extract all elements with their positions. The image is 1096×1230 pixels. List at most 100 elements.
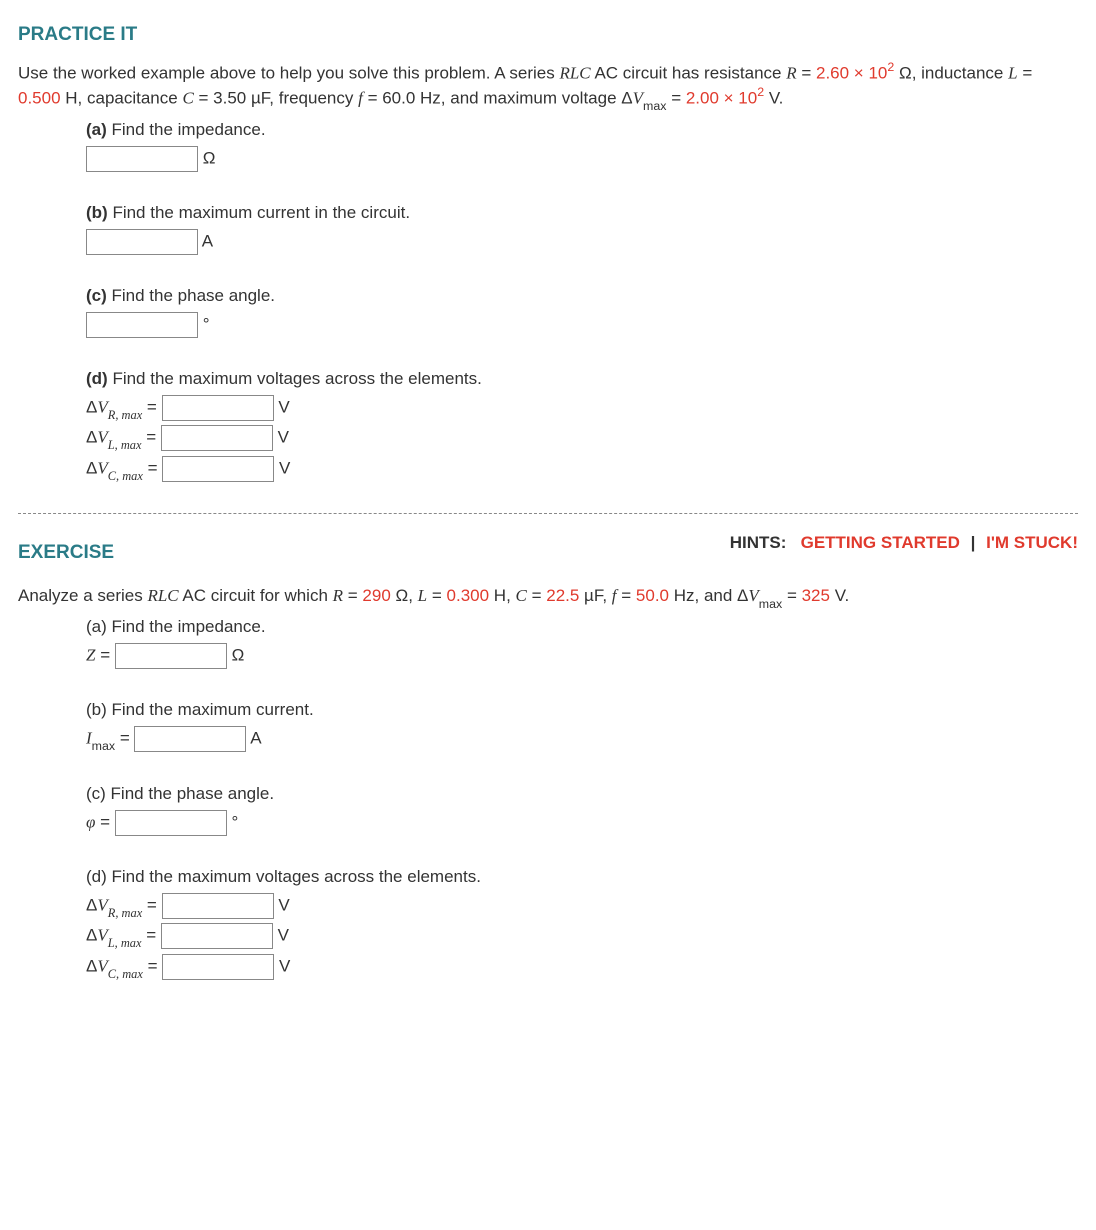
eq: = (115, 729, 134, 748)
subscript: L, max (108, 936, 142, 950)
val-f: 50.0 (636, 586, 669, 605)
sym-C: C (182, 89, 193, 108)
unit-a: Ω (232, 646, 245, 665)
eq: = (142, 926, 161, 945)
input-a[interactable] (86, 146, 198, 172)
input-b[interactable] (86, 229, 198, 255)
input-d-c[interactable] (162, 456, 274, 482)
unit-b: A (250, 729, 261, 748)
exercise-part-d: (d) Find the maximum voltages across the… (86, 866, 1078, 981)
unit: V (278, 895, 289, 914)
eq: = (617, 586, 636, 605)
var-V: V (97, 895, 107, 914)
input-d-r[interactable] (162, 395, 274, 421)
eq: = (782, 586, 801, 605)
unit: V (279, 957, 290, 976)
var-V: V (97, 459, 107, 478)
exercise-part-a: (a) Find the impedance. Z = Ω (86, 616, 1078, 669)
sym-R: R (786, 63, 796, 82)
unit-c: ° (232, 812, 239, 831)
subscript: R, max (108, 408, 142, 422)
sym-phi: φ (86, 812, 95, 831)
eq: = (1018, 63, 1033, 82)
unit-ohm: Ω, (391, 586, 418, 605)
delta: Δ (86, 926, 97, 945)
exercise-title: EXERCISE (18, 540, 114, 566)
practice-part-b: (b) Find the maximum current in the circ… (86, 202, 1078, 255)
link-getting-started[interactable]: GETTING STARTED (801, 533, 960, 552)
unit-c: ° (203, 314, 210, 333)
eq: = (142, 397, 161, 416)
delta: Δ (86, 428, 97, 447)
text: Use the worked example above to help you… (18, 63, 559, 82)
label-c: (c) (86, 784, 106, 803)
eq: = (143, 459, 162, 478)
sym-C: C (516, 586, 527, 605)
exercise-part-c: (c) Find the phase angle. φ = ° (86, 783, 1078, 836)
input-ex-c[interactable] (115, 810, 227, 836)
input-ex-d-r[interactable] (162, 893, 274, 919)
label-a: (a) (86, 120, 107, 139)
eq: = (142, 428, 161, 447)
exercise-d-row-2: ΔVC, max = V (86, 954, 1078, 981)
exercise-problem-text: Analyze a series RLC AC circuit for whic… (18, 585, 1078, 610)
sym-R: R (333, 586, 343, 605)
text-d: Find the maximum voltages across the ele… (107, 867, 481, 886)
subscript: L, max (108, 438, 142, 452)
text-a: Find the impedance. (107, 617, 266, 636)
unit-H: H, capacitance (61, 89, 183, 108)
divider (18, 513, 1078, 514)
eq: = (95, 812, 114, 831)
input-d-l[interactable] (161, 425, 273, 451)
practice-problem-text: Use the worked example above to help you… (18, 60, 1078, 113)
sub-max: max (643, 99, 666, 113)
text: Analyze a series (18, 586, 147, 605)
sub-max: max (92, 739, 115, 753)
text-c: Find the phase angle. (106, 784, 274, 803)
eq: = (427, 586, 446, 605)
unit-Hz: Hz, and Δ (669, 586, 748, 605)
unit: V (279, 459, 290, 478)
sub-max: max (759, 597, 782, 611)
sym-V: V (748, 586, 758, 605)
sym-V: V (633, 89, 643, 108)
delta: Δ (86, 459, 97, 478)
unit-ohm: Ω, inductance (894, 63, 1008, 82)
input-ex-b[interactable] (134, 726, 246, 752)
unit: V (278, 926, 289, 945)
eq: = (797, 63, 816, 82)
delta: Δ (86, 397, 97, 416)
var-V: V (97, 926, 107, 945)
sym-L: L (418, 586, 427, 605)
hints-label: HINTS: (730, 533, 787, 552)
input-ex-a[interactable] (115, 643, 227, 669)
subscript: R, max (108, 906, 142, 920)
unit-H: H, (489, 586, 515, 605)
eq: = (527, 586, 546, 605)
label-a: (a) (86, 617, 107, 636)
eq: = (142, 895, 161, 914)
exp-Vmax: 2 (757, 85, 764, 99)
input-ex-d-c[interactable] (162, 954, 274, 980)
subscript: C, max (108, 967, 143, 981)
label-d: (d) (86, 369, 108, 388)
label-c: (c) (86, 286, 107, 305)
practice-title: PRACTICE IT (18, 22, 137, 48)
practice-d-row-0: ΔVR, max = V (86, 395, 1078, 422)
link-im-stuck[interactable]: I'M STUCK! (986, 533, 1078, 552)
text: AC circuit has resistance (591, 63, 787, 82)
val-L: 0.300 (447, 586, 490, 605)
unit: V (278, 428, 289, 447)
sym-L: L (1008, 63, 1017, 82)
unit-b: A (202, 231, 213, 250)
var-V: V (97, 957, 107, 976)
practice-d-row-2: ΔVC, max = V (86, 456, 1078, 483)
unit-uF: µF, (579, 586, 611, 605)
exp-R: 2 (887, 60, 894, 74)
sym-I: I (86, 729, 92, 748)
input-ex-d-l[interactable] (161, 923, 273, 949)
rlc: RLC (147, 586, 178, 605)
val-R: 290 (362, 586, 390, 605)
input-c[interactable] (86, 312, 198, 338)
label-b: (b) (86, 700, 107, 719)
